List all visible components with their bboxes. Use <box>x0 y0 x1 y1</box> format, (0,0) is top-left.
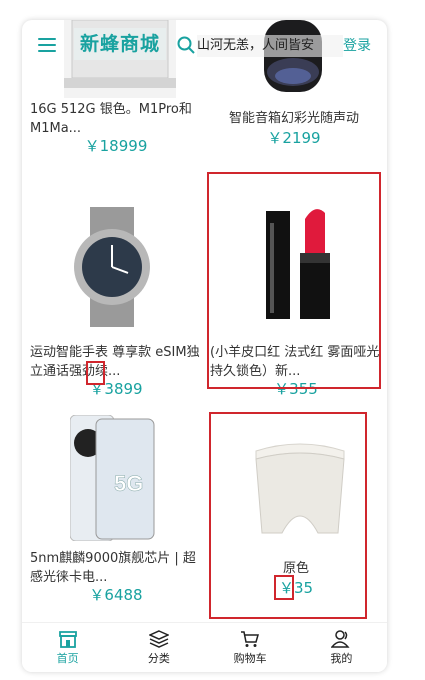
product-price: ￥355 <box>274 380 318 398</box>
product-grid: 16G 512G 银色。M1Pro和M1Ma... ￥18999 智能音箱幻彩光… <box>22 20 387 630</box>
user-icon <box>331 630 350 648</box>
search-input[interactable]: 山河无恙，人间皆安 <box>197 35 343 57</box>
stool-image <box>255 443 345 534</box>
login-link[interactable]: 登录 <box>343 35 371 57</box>
menu-icon[interactable] <box>38 38 56 52</box>
product-name: 原色 <box>282 561 309 576</box>
product-price: ￥18999 <box>84 137 148 155</box>
tab-mine[interactable]: 我的 <box>296 623 387 672</box>
tab-home[interactable]: 首页 <box>22 623 113 672</box>
layers-icon <box>148 630 169 648</box>
cart-icon <box>241 631 260 647</box>
product-name: (小羊皮口红 法式红 雾面哑光 持久锁色）新... <box>210 345 380 379</box>
watch-image <box>74 207 150 327</box>
product-price: ￥2199 <box>267 129 321 147</box>
svg-text:5G: 5G <box>114 471 143 496</box>
phone-screen: 16G 512G 银色。M1Pro和M1Ma... ￥18999 智能音箱幻彩光… <box>22 20 387 672</box>
search-icon[interactable] <box>177 36 195 54</box>
product-name: 16G 512G 银色。M1Pro和M1Ma... <box>30 102 192 136</box>
tab-label: 分类 <box>147 652 170 665</box>
product-name: 运动智能手表 尊享款 eSIM独立通话强劲续... <box>30 345 200 379</box>
top-header: 新蜂商城 山河无恙，人间皆安 登录 <box>22 20 387 72</box>
product-price: ￥35 <box>278 579 314 597</box>
product-price: ￥6488 <box>89 586 143 604</box>
tab-cart[interactable]: 购物车 <box>205 623 296 672</box>
product-price: ￥3899 <box>89 380 143 398</box>
home-icon <box>58 631 77 648</box>
tab-label: 首页 <box>56 652 79 665</box>
brand-logo[interactable]: 新蜂商城 <box>74 28 167 60</box>
product-name: 智能音箱幻彩光随声动 <box>228 111 359 126</box>
tab-label: 我的 <box>330 652 353 665</box>
product-name: 5nm麒麟9000旗舰芯片 | 超感光徕卡电... <box>30 551 196 585</box>
bottom-tabbar: 首页 分类 购物车 我的 <box>22 622 387 672</box>
tab-category[interactable]: 分类 <box>113 623 204 672</box>
tab-label: 购物车 <box>233 652 267 665</box>
phone-image: 5G <box>70 415 155 541</box>
lipstick-image <box>266 209 330 319</box>
